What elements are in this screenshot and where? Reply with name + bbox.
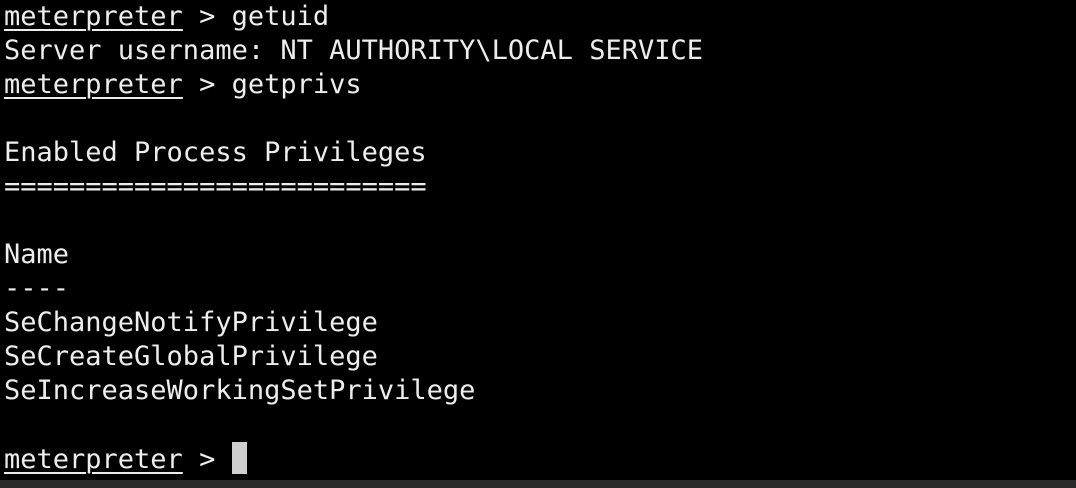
column-header: Name: [4, 239, 70, 270]
prompt-label: meterpreter: [4, 69, 183, 100]
command-text: getuid: [231, 1, 330, 32]
terminal-window[interactable]: meterpreter > getuid Server username: NT…: [0, 0, 1076, 480]
prompt-label: meterpreter: [4, 444, 183, 475]
privilege-item: SeChangeNotifyPrivilege: [4, 307, 378, 338]
prompt-separator: >: [182, 444, 232, 475]
text-cursor[interactable]: [231, 442, 247, 474]
privilege-item: SeCreateGlobalPrivilege: [4, 341, 378, 372]
window-bottom-edge: [0, 480, 1076, 488]
prompt-label: meterpreter: [4, 1, 183, 32]
prompt-separator: >: [182, 69, 232, 100]
command-line-getprivs: meterpreter > getprivs: [4, 68, 1076, 102]
column-rule: ----: [4, 273, 70, 304]
command-text: getprivs: [231, 69, 362, 100]
output-line: Server username: NT AUTHORITY\LOCAL SERV…: [4, 35, 703, 66]
prompt-separator: >: [182, 1, 232, 32]
active-command-line[interactable]: meterpreter >: [4, 442, 1076, 476]
privilege-item: SeIncreaseWorkingSetPrivilege: [4, 375, 476, 406]
section-rule: ==========================: [4, 171, 427, 202]
command-line-getuid: meterpreter > getuid: [4, 0, 1076, 34]
section-title: Enabled Process Privileges: [4, 137, 427, 168]
